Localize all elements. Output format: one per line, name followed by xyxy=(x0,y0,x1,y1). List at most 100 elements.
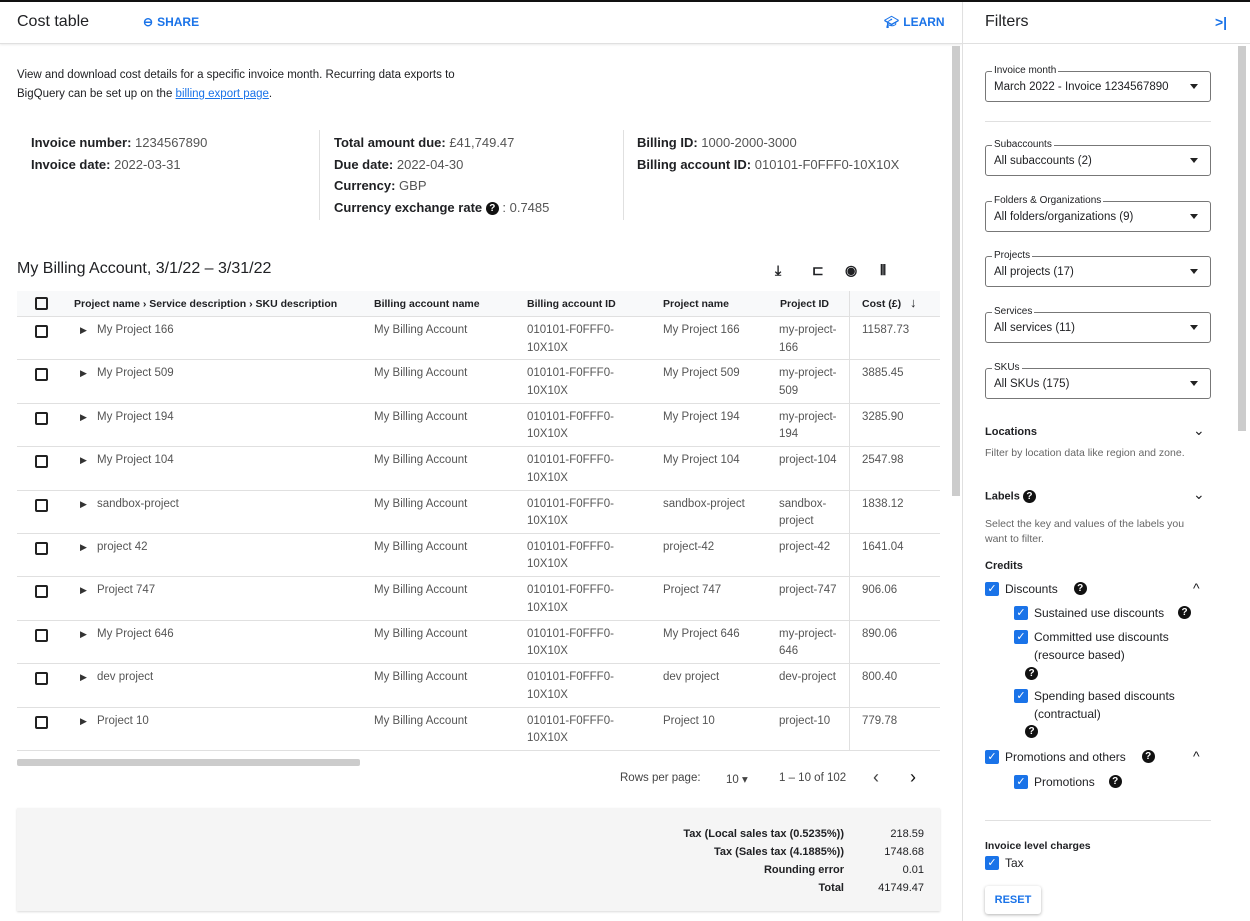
billing-account-id: 010101-F0FFF0- 10X10X xyxy=(527,452,614,487)
id-line: sandbox- xyxy=(779,497,827,510)
project-name: My Project 646 xyxy=(663,627,740,640)
visibility-icon[interactable]: ◉ xyxy=(845,262,857,279)
select-all-checkbox[interactable] xyxy=(35,297,48,310)
reset-button[interactable]: RESET xyxy=(985,886,1041,914)
column-header[interactable]: Project name › Service description › SKU… xyxy=(74,298,337,310)
expand-icon[interactable]: ▶ xyxy=(80,452,87,470)
project-id: my-project- 194 xyxy=(779,409,837,444)
row-checkbox[interactable] xyxy=(35,368,48,382)
download-icon[interactable]: ⤓ xyxy=(775,262,781,279)
chevron-up-icon[interactable]: ^ xyxy=(1193,748,1200,764)
row-checkbox[interactable] xyxy=(35,628,48,642)
row-checkbox[interactable] xyxy=(35,325,48,338)
table-row[interactable]: ▶ My Project 509 My Billing Account 010101-… xyxy=(17,360,940,404)
column-divider xyxy=(849,664,850,707)
project-id: my-project- 646 xyxy=(779,626,837,661)
column-header-cost[interactable]: Cost (£) xyxy=(862,298,901,310)
expand-icon[interactable]: ▶ xyxy=(80,539,87,557)
filter-dropdown[interactable]: Projects All projects (17) xyxy=(985,250,1211,287)
expand-icon[interactable]: ▶ xyxy=(80,626,87,644)
promotions-checkbox[interactable]: ✓ Promotions? xyxy=(1014,773,1122,791)
id-line: 10X10X xyxy=(527,428,568,441)
project-id: my-project- 509 xyxy=(779,365,837,400)
hierarchy-icon[interactable]: ⊏ xyxy=(812,262,824,279)
expand-icon[interactable]: ▶ xyxy=(80,496,87,514)
table-row[interactable]: ▶ sandbox-project My Billing Account 010101… xyxy=(17,490,940,534)
table-row[interactable]: ▶ project 42 My Billing Account 010101-F0FF… xyxy=(17,533,940,578)
filter-dropdown[interactable]: SKUs All SKUs (175) xyxy=(985,362,1211,399)
columns-icon[interactable]: ⦀ xyxy=(880,262,886,279)
invoice-summary: Invoice number: 1234567890 Invoice date:… xyxy=(31,132,207,175)
expand-icon[interactable]: ▶ xyxy=(80,322,87,340)
previous-page-button[interactable]: ‹ xyxy=(873,767,879,788)
filter-dropdown[interactable]: Invoice month March 2022 - Invoice 123456… xyxy=(985,65,1211,102)
column-header[interactable]: Billing account name xyxy=(374,298,480,310)
expand-icon[interactable]: ▶ xyxy=(80,365,87,383)
rows-per-page-select[interactable]: 10 ▾ xyxy=(726,772,748,786)
link-icon: ⊖ xyxy=(143,15,154,29)
help-icon[interactable]: ? xyxy=(1073,582,1087,595)
collapse-panel-icon[interactable]: >| xyxy=(1215,14,1227,30)
help-icon[interactable]: ? xyxy=(1025,667,1038,680)
promotions-others-checkbox[interactable]: ✓ Promotions and others? xyxy=(985,748,1155,766)
next-page-button[interactable]: › xyxy=(910,767,916,788)
help-icon[interactable]: ? xyxy=(1178,606,1192,619)
help-icon[interactable]: ? xyxy=(1141,750,1155,763)
expand-icon[interactable]: ▶ xyxy=(80,582,87,600)
help-icon[interactable]: ? xyxy=(1108,775,1122,788)
row-name: My Project 646 xyxy=(97,627,174,640)
horizontal-scrollbar[interactable] xyxy=(17,759,360,766)
help-icon[interactable]: ? xyxy=(1025,725,1038,738)
totals-row: Rounding error 0.01 xyxy=(764,864,924,876)
chevron-up-icon[interactable]: ^ xyxy=(1193,580,1200,596)
table-row[interactable]: ▶ My Project 194 My Billing Account 010101-… xyxy=(17,403,940,448)
row-checkbox[interactable] xyxy=(35,498,48,512)
chevron-down-icon[interactable]: ⌄ xyxy=(1193,486,1205,503)
billing-account-id: 010101-F0FFF0- 10X10X xyxy=(527,496,614,531)
table-row[interactable]: ▶ My Project 166 My Billing Account 010101-… xyxy=(17,317,940,361)
id-line: 010101-F0FFF0- xyxy=(527,584,614,597)
column-header[interactable]: Project ID xyxy=(780,298,829,310)
id-line: 10X10X xyxy=(527,558,568,571)
discounts-checkbox[interactable]: ✓ Discounts? xyxy=(985,580,1087,598)
column-divider xyxy=(849,291,850,316)
expand-icon[interactable]: ▶ xyxy=(80,409,87,427)
row-checkbox[interactable] xyxy=(35,411,48,425)
billing-export-link[interactable]: billing export page xyxy=(176,88,269,100)
vertical-scrollbar[interactable] xyxy=(952,46,960,496)
table-row[interactable]: ▶ My Project 104 My Billing Account 010101-… xyxy=(17,447,940,491)
billing-account-id: 010101-F0FFF0- 10X10X xyxy=(527,409,614,444)
row-checkbox[interactable] xyxy=(35,672,48,686)
share-button[interactable]: ⊖ SHARE xyxy=(143,15,199,29)
billing-account-id: 010101-F0FFF0- 10X10X xyxy=(527,626,614,661)
row-checkbox[interactable] xyxy=(35,585,48,599)
totals-value: 1748.68 xyxy=(884,846,924,858)
expand-icon[interactable]: ▶ xyxy=(80,713,87,731)
learn-button[interactable]: 🎓︎ LEARN xyxy=(884,15,945,29)
expand-icon[interactable]: ▶ xyxy=(80,669,87,687)
row-name: sandbox-project xyxy=(97,497,179,510)
billing-account-name: My Billing Account xyxy=(374,324,468,336)
filter-dropdown[interactable]: Subaccounts All subaccounts (2) xyxy=(985,139,1211,176)
row-checkbox[interactable] xyxy=(35,715,48,729)
row-name: dev project xyxy=(97,671,154,684)
row-checkbox[interactable] xyxy=(35,455,48,469)
column-header[interactable]: Project name xyxy=(663,298,729,310)
chevron-down-icon[interactable]: ⌄ xyxy=(1193,422,1205,439)
tax-checkbox[interactable]: ✓ Tax xyxy=(985,854,1024,872)
table-row[interactable]: ▶ dev project My Billing Account 010101-F0F… xyxy=(17,664,940,708)
filter-dropdown[interactable]: Folders & Organizations All folders/organ… xyxy=(985,195,1211,232)
column-header[interactable]: Billing account ID xyxy=(527,298,616,310)
table-row[interactable]: ▶ My Project 646 My Billing Account 010101-… xyxy=(17,620,940,665)
committed-use-checkbox[interactable]: ✓ Committed use discounts (resource based… xyxy=(1014,628,1184,664)
sort-descending-icon[interactable]: ↓ xyxy=(910,295,917,310)
help-icon[interactable]: ? xyxy=(1022,490,1036,503)
help-icon[interactable]: ? xyxy=(485,201,499,215)
table-row[interactable]: ▶ Project 10 My Billing Account 010101-F0FF… xyxy=(17,707,940,751)
spending-based-checkbox[interactable]: ✓ Spending based discounts (contractual) xyxy=(1014,687,1184,723)
row-checkbox[interactable] xyxy=(35,541,48,555)
panel-scrollbar[interactable] xyxy=(1238,46,1246,431)
filter-dropdown[interactable]: Services All services (11) xyxy=(985,306,1211,343)
sustained-use-checkbox[interactable]: ✓ Sustained use discounts? xyxy=(1014,604,1192,622)
table-row[interactable]: ▶ Project 747 My Billing Account 010101-F0F… xyxy=(17,577,940,621)
